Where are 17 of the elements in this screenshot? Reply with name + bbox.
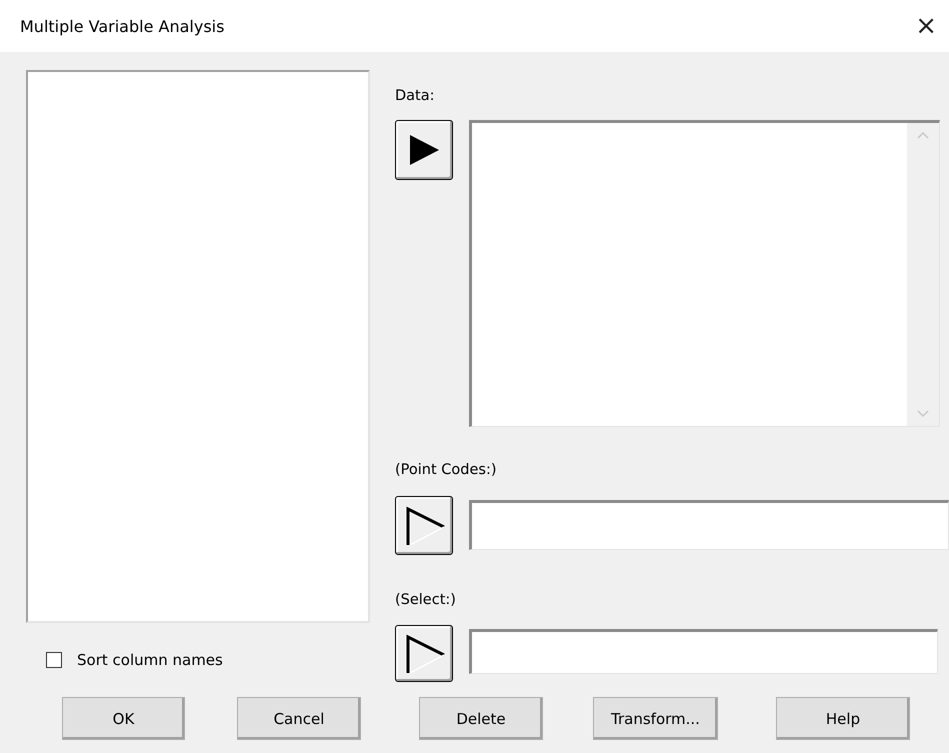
checkbox-label: Sort column names <box>77 651 223 669</box>
checkbox[interactable] <box>46 652 62 668</box>
add-variable-button[interactable] <box>395 625 453 682</box>
dialog-button[interactable]: Cancel <box>237 697 361 740</box>
field-label: Data: <box>395 88 436 106</box>
add-variable-button[interactable] <box>395 120 453 180</box>
dialog-button[interactable]: Help <box>776 697 910 740</box>
field-label: (Select:) <box>395 592 457 610</box>
dialog-button[interactable]: OK <box>62 697 185 740</box>
add-variable-button[interactable] <box>395 496 453 555</box>
close-button[interactable]: × <box>911 11 941 41</box>
input-field[interactable] <box>469 629 938 674</box>
window-title: Multiple Variable Analysis <box>20 16 224 36</box>
dialog-button[interactable]: Transform... <box>593 697 718 740</box>
dialog-button[interactable]: Delete <box>419 697 543 740</box>
input-field[interactable] <box>469 500 949 550</box>
field-label: (Point Codes:) <box>395 462 498 480</box>
